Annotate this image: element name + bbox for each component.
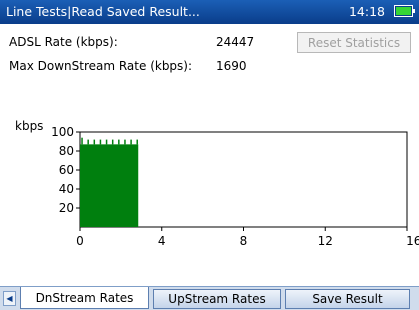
max-downstream-label: Max DownStream Rate (kbps): bbox=[9, 59, 193, 73]
tab-scroll-left-icon[interactable]: ◀ bbox=[3, 291, 16, 306]
tab-save-result[interactable]: Save Result bbox=[285, 289, 410, 309]
tab-bar: ◀ DnStream Rates UpStream Rates Save Res… bbox=[0, 286, 419, 310]
x-tick-label: 8 bbox=[240, 234, 248, 248]
rate-fill-area bbox=[80, 144, 139, 227]
tab-upstream-rates[interactable]: UpStream Rates bbox=[153, 289, 281, 309]
x-tick-label: 0 bbox=[76, 234, 84, 248]
x-tick-label: 4 bbox=[158, 234, 166, 248]
tab-dnstream-rates[interactable]: DnStream Rates bbox=[20, 287, 149, 309]
downstream-rate-chart: kbps 20 40 60 80 100 0 4 8 12 16 min bbox=[15, 119, 419, 248]
y-tick-label: 20 bbox=[59, 201, 74, 215]
y-tick-label: 80 bbox=[59, 144, 74, 158]
battery-icon bbox=[394, 5, 415, 17]
y-tick-label: 60 bbox=[59, 163, 74, 177]
clock-time: 14:18 bbox=[348, 4, 385, 19]
y-tick-label: 40 bbox=[59, 182, 74, 196]
reset-statistics-button[interactable]: Reset Statistics bbox=[297, 32, 411, 53]
y-axis-label: kbps bbox=[15, 119, 43, 133]
x-tick-label: 16 min bbox=[406, 234, 419, 248]
title-bar: Line Tests|Read Saved Result... 14:18 bbox=[0, 0, 419, 24]
max-downstream-value: 1690 bbox=[216, 59, 247, 73]
window-title: Line Tests|Read Saved Result... bbox=[6, 4, 200, 19]
x-tick-label: 12 bbox=[318, 234, 333, 248]
adsl-rate-label: ADSL Rate (kbps): bbox=[9, 35, 118, 49]
y-tick-label: 100 bbox=[51, 125, 74, 139]
adsl-rate-value: 24447 bbox=[216, 35, 255, 49]
